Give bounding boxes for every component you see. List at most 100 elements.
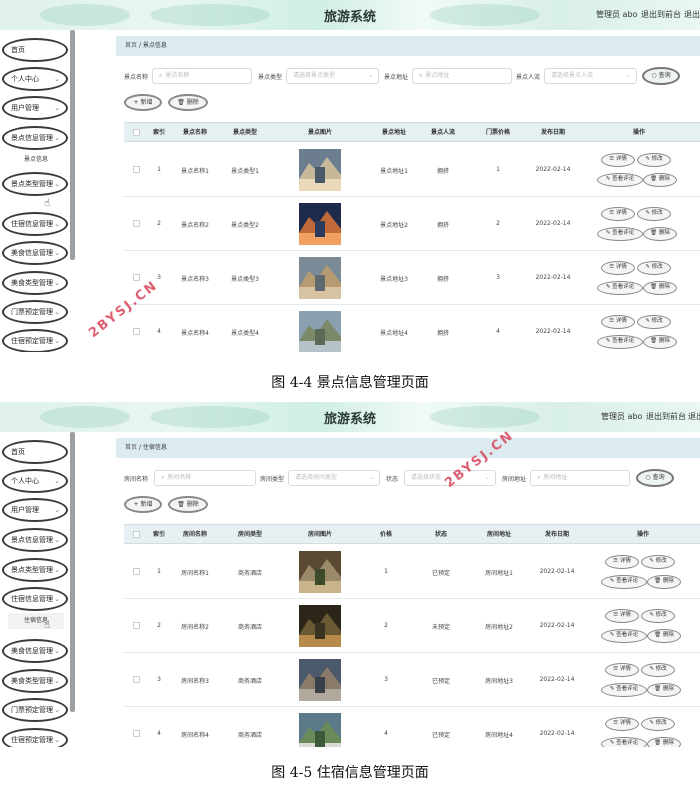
query-button[interactable]: ○ 查询 xyxy=(642,67,680,85)
row-checkbox[interactable] xyxy=(133,166,140,173)
scenic-type-select[interactable]: 请选择景点类型 ⌄ xyxy=(286,68,379,84)
query-button[interactable]: ○ 查询 xyxy=(636,469,674,487)
row-checkbox[interactable] xyxy=(133,676,140,683)
sidebar-item-lodging-booking[interactable]: 住宿预定管理 ⌄ xyxy=(2,329,68,352)
batch-delete-button[interactable]: 🗑 删除 xyxy=(168,496,208,513)
select-all-checkbox[interactable] xyxy=(133,129,140,136)
edit-button[interactable]: ✎ 修改 xyxy=(641,609,675,623)
sidebar-item-home[interactable]: 首页 xyxy=(2,38,68,62)
delete-button[interactable]: 🗑 删除 xyxy=(647,629,681,643)
sidebar-item-lodging[interactable]: 住宿信息管理 ⌄ xyxy=(2,587,68,611)
view-comments-button[interactable]: ✎ 查看评论 xyxy=(597,227,643,241)
add-button[interactable]: + 新增 xyxy=(124,94,162,111)
column-header[interactable]: 门票价格 xyxy=(468,123,528,143)
logout-link[interactable]: 退出 xyxy=(688,411,700,422)
detail-button[interactable]: ☰ 详情 xyxy=(605,555,639,569)
detail-button[interactable]: ☰ 详情 xyxy=(601,315,635,329)
row-checkbox[interactable] xyxy=(133,220,140,227)
submenu-scenic-info[interactable]: 景点信息 xyxy=(8,152,64,168)
select-all-checkbox[interactable] xyxy=(133,531,140,538)
edit-button[interactable]: ✎ 修改 xyxy=(641,663,675,677)
view-comments-button[interactable]: ✎ 查看评论 xyxy=(601,575,647,589)
column-header[interactable]: 索引 xyxy=(148,123,170,143)
detail-button[interactable]: ☰ 详情 xyxy=(605,717,639,731)
column-header[interactable]: 景点地址 xyxy=(370,123,418,143)
edit-button[interactable]: ✎ 修改 xyxy=(637,153,671,167)
edit-button[interactable]: ✎ 修改 xyxy=(641,717,675,731)
row-checkbox[interactable] xyxy=(133,328,140,335)
sidebar-item-scenic[interactable]: 景点信息管理 ⌄ xyxy=(2,528,68,552)
sidebar-item-ticket-booking[interactable]: 门票预定管理 ⌄ xyxy=(2,698,68,722)
sidebar-item-users[interactable]: 用户管理 ⌄ xyxy=(2,498,68,522)
column-header[interactable]: 景点名称 xyxy=(170,123,220,143)
delete-button[interactable]: 🗑 删除 xyxy=(643,335,677,349)
column-header[interactable]: 发布日期 xyxy=(528,123,578,143)
batch-delete-button[interactable]: 🗑 删除 xyxy=(168,94,208,111)
back-to-front-link[interactable]: 退出到前台 xyxy=(641,9,681,20)
column-header[interactable]: 房间名称 xyxy=(170,525,220,545)
detail-button[interactable]: ☰ 详情 xyxy=(605,663,639,677)
column-header[interactable]: 房间地址 xyxy=(470,525,528,545)
edit-button[interactable]: ✎ 修改 xyxy=(637,261,671,275)
sidebar-item-scenic-type[interactable]: 景点类型管理 ⌄ xyxy=(2,558,68,582)
view-comments-button[interactable]: ✎ 查看评论 xyxy=(597,335,643,349)
view-comments-button[interactable]: ✎ 查看评论 xyxy=(597,281,643,295)
sidebar-item-lodging[interactable]: 住宿信息管理 ⌄ xyxy=(2,212,68,236)
edit-button[interactable]: ✎ 修改 xyxy=(637,315,671,329)
scenic-address-input[interactable]: ⌕ 景点地址 xyxy=(412,68,512,84)
edit-button[interactable]: ✎ 修改 xyxy=(641,555,675,569)
delete-button[interactable]: 🗑 删除 xyxy=(643,227,677,241)
detail-button[interactable]: ☰ 详情 xyxy=(601,153,635,167)
sidebar-item-food[interactable]: 美食信息管理 ⌄ xyxy=(2,639,68,663)
sidebar-item-home[interactable]: 首页 xyxy=(2,440,68,464)
scenic-flow-select[interactable]: 请选择景点人流 ⌄ xyxy=(544,68,637,84)
column-header[interactable]: 景点人流 xyxy=(418,123,468,143)
sidebar-item-food[interactable]: 美食信息管理 ⌄ xyxy=(2,241,68,265)
detail-button[interactable]: ☰ 详情 xyxy=(601,261,635,275)
view-comments-button[interactable]: ✎ 查看评论 xyxy=(601,683,647,697)
sidebar-scrollbar[interactable] xyxy=(70,30,75,260)
row-checkbox[interactable] xyxy=(133,568,140,575)
submenu-lodging-info[interactable]: 住宿信息 xyxy=(8,613,64,629)
back-to-front-link[interactable]: 退出到前台 xyxy=(646,411,686,422)
sidebar-item-food-type[interactable]: 美食类型管理 ⌄ xyxy=(2,271,68,295)
row-checkbox[interactable] xyxy=(133,274,140,281)
column-header[interactable]: 房间图片 xyxy=(280,525,360,545)
sidebar-item-profile[interactable]: 个人中心 ⌄ xyxy=(2,67,68,91)
view-comments-button[interactable]: ✎ 查看评论 xyxy=(597,173,643,187)
sidebar-scrollbar[interactable] xyxy=(70,432,75,712)
sidebar-item-users[interactable]: 用户管理 ⌄ xyxy=(2,96,68,120)
logout-link[interactable]: 退出 xyxy=(684,9,700,20)
detail-button[interactable]: ☰ 详情 xyxy=(605,609,639,623)
detail-button[interactable]: ☰ 详情 xyxy=(601,207,635,221)
sidebar-item-lodging-booking[interactable]: 住宿预定管理 ⌄ xyxy=(2,728,68,747)
sidebar-item-profile[interactable]: 个人中心 ⌄ xyxy=(2,469,68,493)
delete-button[interactable]: 🗑 删除 xyxy=(643,173,677,187)
add-button[interactable]: + 新增 xyxy=(124,496,162,513)
column-header[interactable]: 发布日期 xyxy=(528,525,586,545)
row-checkbox[interactable] xyxy=(133,622,140,629)
sidebar-item-food-type[interactable]: 美食类型管理 ⌄ xyxy=(2,669,68,693)
breadcrumb-home[interactable]: 首页 xyxy=(125,444,137,451)
sidebar-item-ticket-booking[interactable]: 门票预定管理 ⌄ xyxy=(2,300,68,324)
column-header[interactable]: 索引 xyxy=(148,525,170,545)
view-comments-button[interactable]: ✎ 查看评论 xyxy=(601,737,647,747)
column-header[interactable]: 状态 xyxy=(412,525,470,545)
column-header[interactable]: 景点图片 xyxy=(270,123,370,143)
delete-button[interactable]: 🗑 删除 xyxy=(647,575,681,589)
delete-button[interactable]: 🗑 删除 xyxy=(647,683,681,697)
sidebar-item-scenic-type[interactable]: 景点类型管理 ⌄ xyxy=(2,172,68,196)
row-checkbox[interactable] xyxy=(133,730,140,737)
delete-button[interactable]: 🗑 删除 xyxy=(643,281,677,295)
room-type-select[interactable]: 请选择房间类型 ⌄ xyxy=(288,470,380,486)
breadcrumb-home[interactable]: 首页 xyxy=(125,42,137,49)
room-address-input[interactable]: ⌕ 房间地址 xyxy=(530,470,630,486)
column-header[interactable]: 景点类型 xyxy=(220,123,270,143)
delete-button[interactable]: 🗑 删除 xyxy=(647,737,681,747)
view-comments-button[interactable]: ✎ 查看评论 xyxy=(601,629,647,643)
scenic-name-input[interactable]: ⌕ 景点名称 xyxy=(152,68,252,84)
column-header[interactable]: 价格 xyxy=(360,525,412,545)
sidebar-item-scenic[interactable]: 景点信息管理 ⌄ xyxy=(2,126,68,150)
column-header[interactable]: 房间类型 xyxy=(220,525,280,545)
room-name-input[interactable]: ⌕ 房间名称 xyxy=(154,470,256,486)
